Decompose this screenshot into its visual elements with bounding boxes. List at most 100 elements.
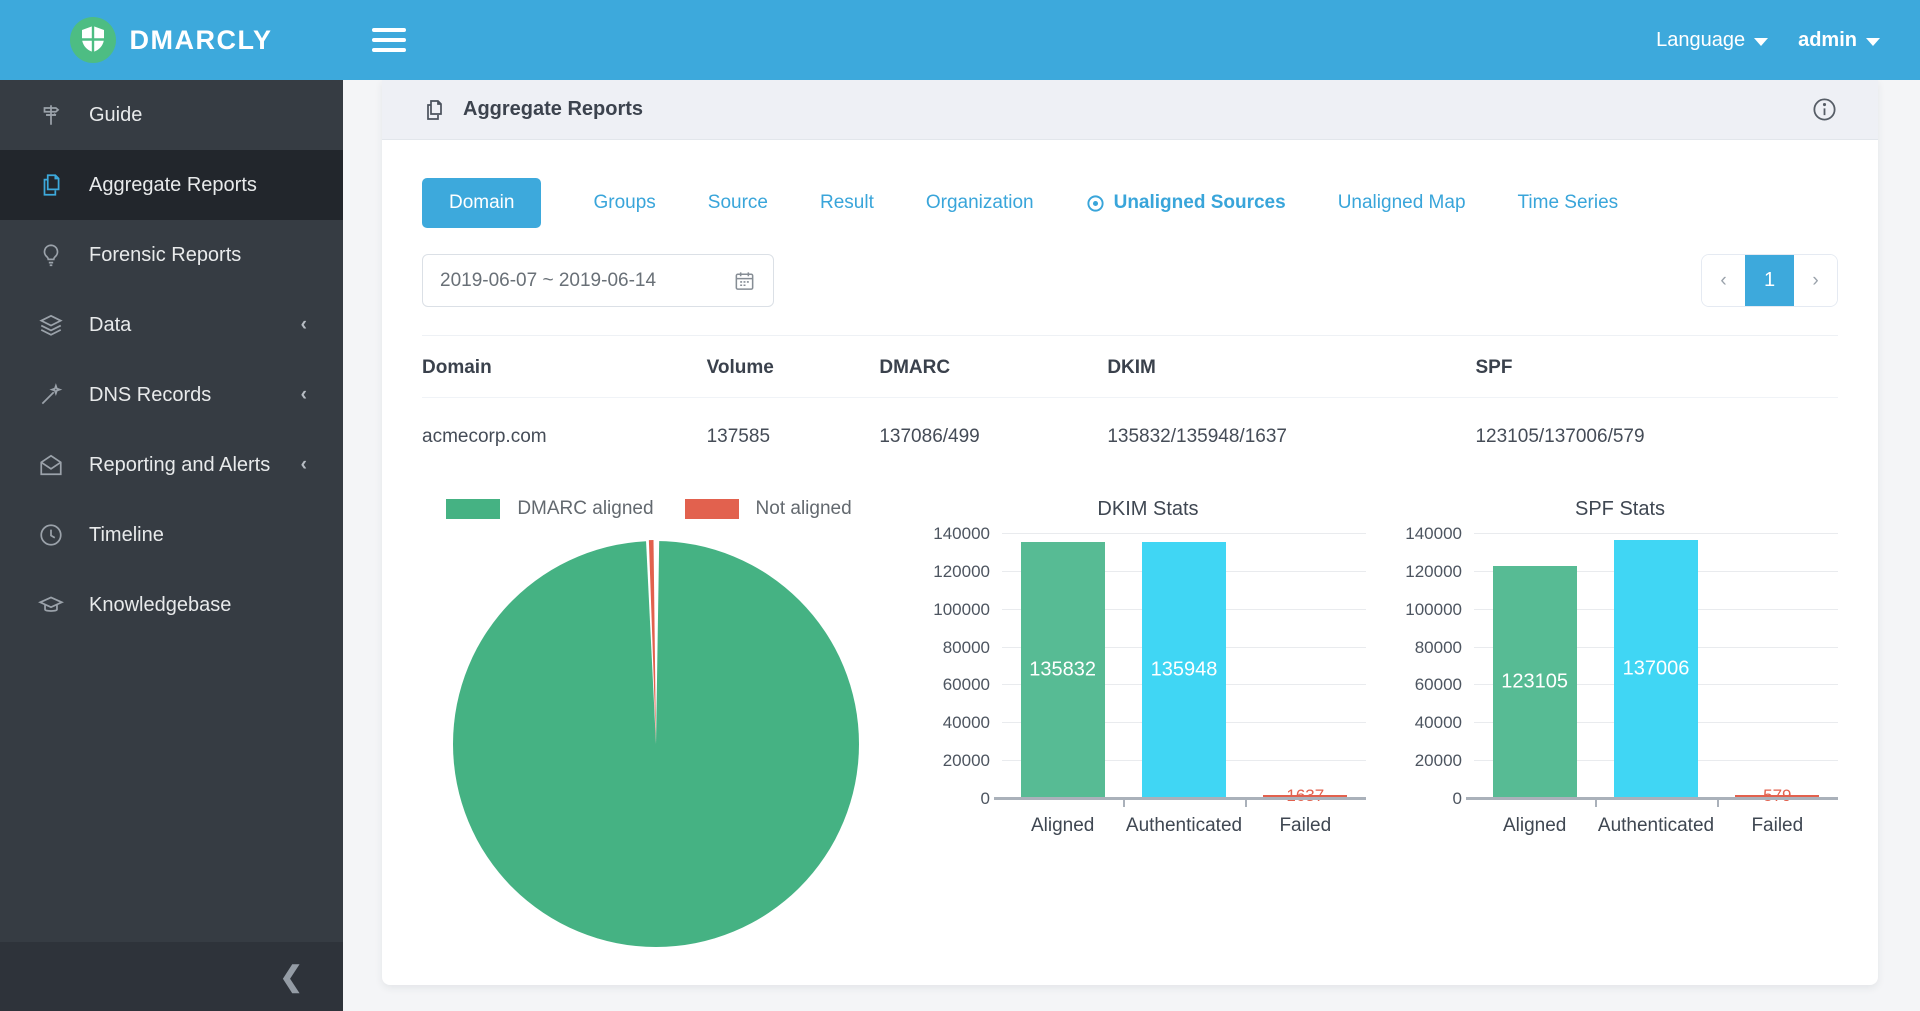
user-label: admin xyxy=(1798,29,1857,52)
y-tick-label: 60000 xyxy=(1415,675,1462,695)
cell-dmarc: 137086/499 xyxy=(879,398,1107,475)
sidebar-item-timeline[interactable]: Timeline xyxy=(0,500,343,570)
y-tick-label: 140000 xyxy=(1405,524,1462,544)
pages-icon xyxy=(38,172,64,198)
y-tick-label: 80000 xyxy=(1415,638,1462,658)
language-dropdown[interactable]: Language xyxy=(1656,29,1768,52)
tab-source[interactable]: Source xyxy=(708,192,768,214)
bar-value-label: 135948 xyxy=(1151,659,1218,682)
tab-organization[interactable]: Organization xyxy=(926,192,1034,214)
card-header: Aggregate Reports xyxy=(382,80,1878,140)
col-volume: Volume xyxy=(707,336,880,398)
hamburger-menu-icon[interactable] xyxy=(372,28,406,52)
chevron-left-icon: ‹ xyxy=(301,454,307,476)
sidebar-item-knowledgebase[interactable]: Knowledgebase xyxy=(0,570,343,640)
col-domain: Domain xyxy=(422,336,707,398)
calendar-icon xyxy=(733,269,756,292)
clock-icon xyxy=(38,522,64,548)
spf-stats-chart: SPF Stats 020000400006000080000100000120… xyxy=(1402,494,1838,837)
y-axis-labels: 020000400006000080000100000120000140000 xyxy=(930,534,1002,799)
dmarc-alignment-pie-chart: DMARC aligned Not aligned xyxy=(422,494,890,950)
brand-name: DMARCLY xyxy=(129,25,272,56)
y-tick-label: 140000 xyxy=(933,524,990,544)
bar-value-label: 123105 xyxy=(1501,671,1568,694)
main-content: Aggregate Reports Domain Groups Source R… xyxy=(343,80,1920,1011)
pie-canvas xyxy=(422,538,890,950)
y-tick-label: 120000 xyxy=(1405,562,1462,582)
dmarcly-app: DMARCLY Language admin Guide Aggreg xyxy=(0,0,1920,1011)
bar-authenticated: 137006 xyxy=(1614,540,1698,799)
date-range-picker[interactable]: 2019-06-07 ~ 2019-06-14 xyxy=(422,254,774,307)
sidebar-item-label: Reporting and Alerts xyxy=(89,454,270,477)
sidebar-item-data[interactable]: Data ‹ xyxy=(0,290,343,360)
pagination-page-1[interactable]: 1 xyxy=(1745,255,1794,306)
language-label: Language xyxy=(1656,29,1745,52)
x-axis-labels: AlignedAuthenticatedFailed xyxy=(1474,815,1838,837)
sidebar-item-label: Timeline xyxy=(89,524,164,547)
plot-area: 123105137006579 xyxy=(1474,534,1838,799)
collapse-sidebar-icon[interactable]: ❮ xyxy=(280,960,303,993)
sidebar-item-reporting-and-alerts[interactable]: Reporting and Alerts ‹ xyxy=(0,430,343,500)
tab-time-series[interactable]: Time Series xyxy=(1518,192,1619,214)
y-axis-labels: 020000400006000080000100000120000140000 xyxy=(1402,534,1474,799)
y-tick-label: 20000 xyxy=(943,751,990,771)
user-dropdown[interactable]: admin xyxy=(1798,29,1880,52)
y-tick-label: 100000 xyxy=(1405,600,1462,620)
brand-logo: DMARCLY xyxy=(0,17,343,63)
x-tick-label: Aligned xyxy=(1474,815,1595,837)
tab-groups[interactable]: Groups xyxy=(593,192,655,214)
tab-result[interactable]: Result xyxy=(820,192,874,214)
tab-label: Unaligned Sources xyxy=(1114,192,1286,214)
bar-value-label: 137006 xyxy=(1623,658,1690,681)
sidebar-item-forensic-reports[interactable]: Forensic Reports xyxy=(0,220,343,290)
x-tick-label: Failed xyxy=(1245,815,1366,837)
pagination-next-button[interactable]: › xyxy=(1794,255,1837,306)
bar-authenticated: 135948 xyxy=(1142,542,1226,799)
col-dkim: DKIM xyxy=(1107,336,1475,398)
cell-volume: 137585 xyxy=(707,398,880,475)
tab-unaligned-sources[interactable]: Unaligned Sources xyxy=(1086,192,1286,214)
sidebar-item-label: Knowledgebase xyxy=(89,594,231,617)
legend-label: Not aligned xyxy=(756,498,852,520)
date-range-value: 2019-06-07 ~ 2019-06-14 xyxy=(440,270,656,292)
table-row: acmecorp.com 137585 137086/499 135832/13… xyxy=(422,398,1838,475)
mail-open-icon xyxy=(38,452,64,478)
cell-dkim: 135832/135948/1637 xyxy=(1107,398,1475,475)
y-tick-label: 120000 xyxy=(933,562,990,582)
x-tick-label: Authenticated xyxy=(1595,815,1716,837)
sidebar-item-label: DNS Records xyxy=(89,384,211,407)
sidebar-item-aggregate-reports[interactable]: Aggregate Reports xyxy=(0,150,343,220)
pagination-prev-button[interactable]: ‹ xyxy=(1702,255,1745,306)
graduation-cap-icon xyxy=(38,592,64,618)
cell-spf: 123105/137006/579 xyxy=(1475,398,1838,475)
pie-legend: DMARC aligned Not aligned xyxy=(422,494,890,524)
tab-unaligned-map[interactable]: Unaligned Map xyxy=(1338,192,1466,214)
sidebar-item-label: Forensic Reports xyxy=(89,244,241,267)
y-tick-label: 60000 xyxy=(943,675,990,695)
domain-table: Domain Volume DMARC DKIM SPF acmecorp.co… xyxy=(422,335,1838,474)
y-tick-label: 20000 xyxy=(1415,751,1462,771)
legend-swatch xyxy=(685,499,739,519)
sidebar: Guide Aggregate Reports Forensic Reports… xyxy=(0,80,343,1011)
target-icon xyxy=(1086,194,1105,213)
charts-row: DMARC alignedNot aligned DKIM Stats 0200… xyxy=(422,494,1838,950)
y-tick-label: 100000 xyxy=(933,600,990,620)
lightbulb-icon xyxy=(38,242,64,268)
sidebar-item-label: Data xyxy=(89,314,131,337)
topbar: DMARCLY Language admin xyxy=(0,0,1920,80)
caret-down-icon xyxy=(1866,38,1880,46)
controls-row: 2019-06-07 ~ 2019-06-14 ‹ 1 › xyxy=(422,254,1838,307)
sidebar-item-guide[interactable]: Guide xyxy=(0,80,343,150)
tab-domain[interactable]: Domain xyxy=(422,178,541,228)
legend-label: DMARC aligned xyxy=(517,498,653,520)
sidebar-item-dns-records[interactable]: DNS Records ‹ xyxy=(0,360,343,430)
x-tick-label: Failed xyxy=(1717,815,1838,837)
plot-area: 1358321359481637 xyxy=(1002,534,1366,799)
sidebar-footer: ❮ xyxy=(0,942,343,1011)
page-title: Aggregate Reports xyxy=(463,98,643,121)
cell-domain: acmecorp.com xyxy=(422,398,707,475)
sidebar-item-label: Guide xyxy=(89,104,142,127)
info-circle-icon[interactable] xyxy=(1811,96,1838,123)
pagination: ‹ 1 › xyxy=(1701,254,1838,307)
x-tick-label: Authenticated xyxy=(1123,815,1244,837)
